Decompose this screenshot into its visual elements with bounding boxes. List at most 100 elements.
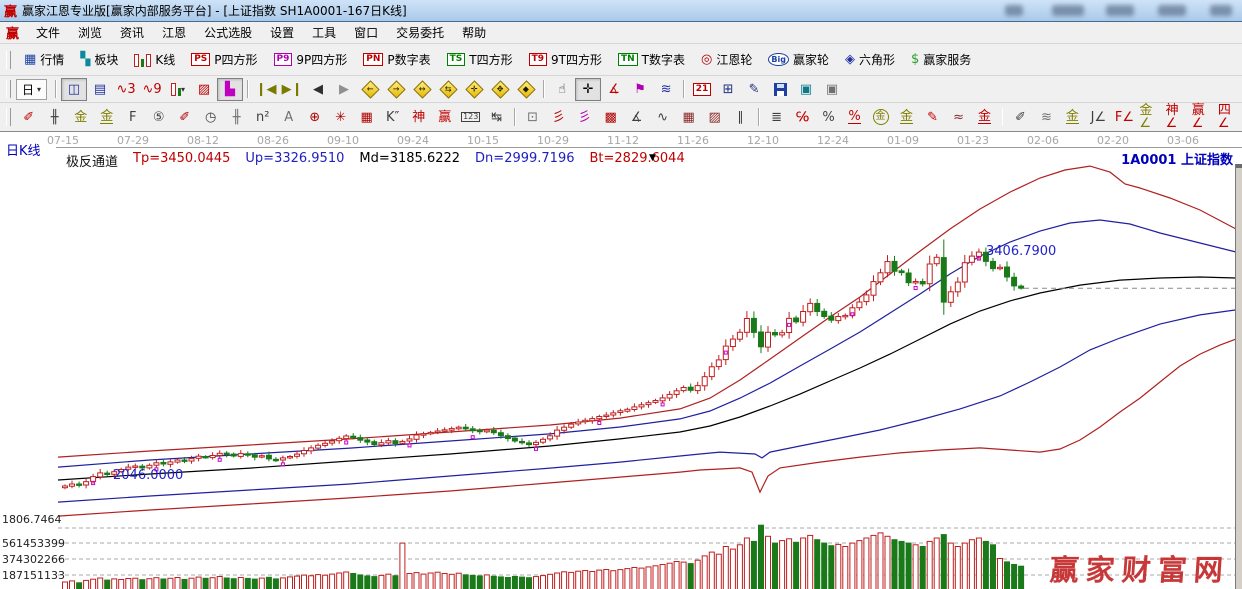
hexagon-button[interactable]: ◈六角形 — [837, 47, 903, 72]
notes-button[interactable]: ✎ — [741, 78, 767, 101]
info-list-button[interactable]: ▤ — [87, 78, 113, 101]
fan-purple-button[interactable]: 彡 — [572, 106, 598, 129]
gold-under-button[interactable]: 金 — [1059, 106, 1085, 129]
shen-button[interactable]: 神 — [406, 106, 432, 129]
grid-shade-button[interactable]: ▩ — [598, 106, 624, 129]
9t-square-button[interactable]: T99T四方形 — [521, 47, 610, 72]
gann-wheel-button[interactable]: ◎江恩轮 — [693, 47, 760, 72]
menu-item-window[interactable]: 窗口 — [345, 22, 387, 43]
spiral-5-button[interactable]: ⑤ — [146, 106, 172, 129]
winner-wheel-button[interactable]: Big赢家轮 — [760, 47, 837, 72]
gold-ruler-1-button[interactable]: 金 — [68, 106, 94, 129]
frame-tool-button[interactable]: ⊡ — [520, 106, 546, 129]
si-angle-button[interactable]: 四∠ — [1216, 106, 1242, 129]
brush-button[interactable]: ✐ — [16, 106, 42, 129]
menu-item-file[interactable]: 文件 — [27, 22, 69, 43]
k-quote-button[interactable]: K″ — [380, 106, 406, 129]
pen-updown-button[interactable]: ✎ — [920, 106, 946, 129]
p-square-button[interactable]: PSP四方形 — [183, 47, 265, 72]
volume-histogram-button[interactable]: ▙ — [217, 78, 243, 101]
menu-item-formula-picker[interactable]: 公式选股 — [195, 22, 261, 43]
brush-2-button[interactable]: ✐ — [1007, 106, 1033, 129]
9p-square-button[interactable]: P99P四方形 — [266, 47, 356, 72]
remote-pc-button[interactable]: ▣ — [819, 78, 845, 101]
gold-red-button[interactable]: 金 — [972, 106, 998, 129]
menu-item-tools[interactable]: 工具 — [303, 22, 345, 43]
menu-item-news[interactable]: 资讯 — [111, 22, 153, 43]
p-number-table-button[interactable]: PNP数字表 — [355, 47, 438, 72]
ying-angle-button[interactable]: 赢∠ — [1190, 106, 1216, 129]
menu-item-browse[interactable]: 浏览 — [69, 22, 111, 43]
fan-red-button[interactable]: 彡 — [546, 106, 572, 129]
t-number-table-button[interactable]: TNT数字表 — [610, 47, 693, 72]
right-scroll-strip[interactable] — [1235, 164, 1242, 589]
menu-item-gann[interactable]: 江恩 — [153, 22, 195, 43]
shift-left-button[interactable]: ← — [357, 78, 383, 101]
grid-target-button[interactable]: ▦ — [354, 106, 380, 129]
prev-page-button[interactable]: ◀ — [305, 78, 331, 101]
first-page-button[interactable]: ❙◀ — [253, 78, 279, 101]
network-button[interactable]: ▣ — [793, 78, 819, 101]
compress-9-button[interactable]: ∿9 — [139, 78, 165, 101]
grid-arrow-button[interactable]: ▨ — [702, 106, 728, 129]
gold-circle-button[interactable]: 金 — [868, 106, 894, 129]
sectors-button[interactable]: ▚板块 — [72, 47, 126, 72]
ying-button[interactable]: 赢 — [432, 106, 458, 129]
n-squared-button[interactable]: n² — [250, 106, 276, 129]
clock-button[interactable]: ◷ — [198, 106, 224, 129]
wave-brain-button[interactable]: ≋ — [653, 78, 679, 101]
star-rays-button[interactable]: ✳ — [328, 106, 354, 129]
circle-cross-button[interactable]: ⊕ — [302, 106, 328, 129]
calculator-button[interactable]: ⊞ — [715, 78, 741, 101]
kline-button[interactable]: K线 — [126, 47, 183, 72]
t-square-button[interactable]: TST四方形 — [439, 47, 521, 72]
ruler-123-button[interactable]: 123 — [458, 106, 484, 129]
last-page-button[interactable]: ▶❙ — [279, 78, 305, 101]
f-angle-button[interactable]: F∠ — [1111, 106, 1137, 129]
parallel-lines-button[interactable]: ∥ — [728, 106, 754, 129]
shift-right-button[interactable]: → — [383, 78, 409, 101]
menu-item-trade[interactable]: 交易委托 — [387, 22, 453, 43]
compress-3-button[interactable]: ∿3 — [113, 78, 139, 101]
candle-style-selector-button[interactable]: ▾ — [165, 78, 191, 101]
angle-measure-button[interactable]: ∡ — [601, 78, 627, 101]
period-selector[interactable]: 日▾ — [16, 79, 47, 100]
angle-set-button[interactable]: ∡ — [624, 106, 650, 129]
percent-check-button[interactable]: ℅ — [790, 106, 816, 129]
zoom-all-button[interactable]: ✛ — [461, 78, 487, 101]
tick-ruler-button[interactable]: ╫ — [42, 106, 68, 129]
reset-view-button[interactable]: ◆ — [513, 78, 539, 101]
crosshair-button[interactable]: ✛ — [575, 78, 601, 101]
quotes-button[interactable]: ▦行情 — [16, 47, 72, 72]
shen-angle-button[interactable]: 神∠ — [1164, 106, 1190, 129]
wave-zhi-button[interactable]: ≋ — [1033, 106, 1059, 129]
j-angle-button[interactable]: J∠ — [1085, 106, 1111, 129]
levels-button[interactable]: ≣ — [764, 106, 790, 129]
zigzag-button[interactable]: ∿ — [650, 106, 676, 129]
gold-line-button[interactable]: 金 — [894, 106, 920, 129]
expand-all-button[interactable]: ✥ — [487, 78, 513, 101]
hand-drag-button[interactable]: ☝ — [549, 78, 575, 101]
menu-item-help[interactable]: 帮助 — [453, 22, 495, 43]
chevron-down-icon[interactable]: ▼ — [649, 153, 656, 163]
percent-line-button[interactable]: % — [842, 106, 868, 129]
marker-pen-button[interactable]: ✐ — [172, 106, 198, 129]
zoom-window-button[interactable]: ◫ — [61, 78, 87, 101]
gold-angle-button[interactable]: 金∠ — [1137, 106, 1163, 129]
width-measure-button[interactable]: ↹ — [484, 106, 510, 129]
grid-plain-button[interactable]: ▦ — [676, 106, 702, 129]
wave-line-button[interactable]: ≈ — [946, 106, 972, 129]
menu-item-settings[interactable]: 设置 — [261, 22, 303, 43]
percent-button[interactable]: % — [816, 106, 842, 129]
expand-horizontal-button[interactable]: ↔ — [409, 78, 435, 101]
next-page-button[interactable]: ▶ — [331, 78, 357, 101]
calendar-button[interactable]: 21 — [689, 78, 715, 101]
compress-horizontal-button[interactable]: ⇆ — [435, 78, 461, 101]
a-channel-button[interactable]: A — [276, 106, 302, 129]
save-button[interactable] — [767, 78, 793, 101]
tick-ruler-2-button[interactable]: ╫ — [224, 106, 250, 129]
formula-manager-button[interactable]: ▨ — [191, 78, 217, 101]
f-ruler-button[interactable]: F — [120, 106, 146, 129]
winner-service-button[interactable]: $赢家服务 — [903, 47, 979, 72]
chart-canvas[interactable] — [0, 132, 1242, 589]
